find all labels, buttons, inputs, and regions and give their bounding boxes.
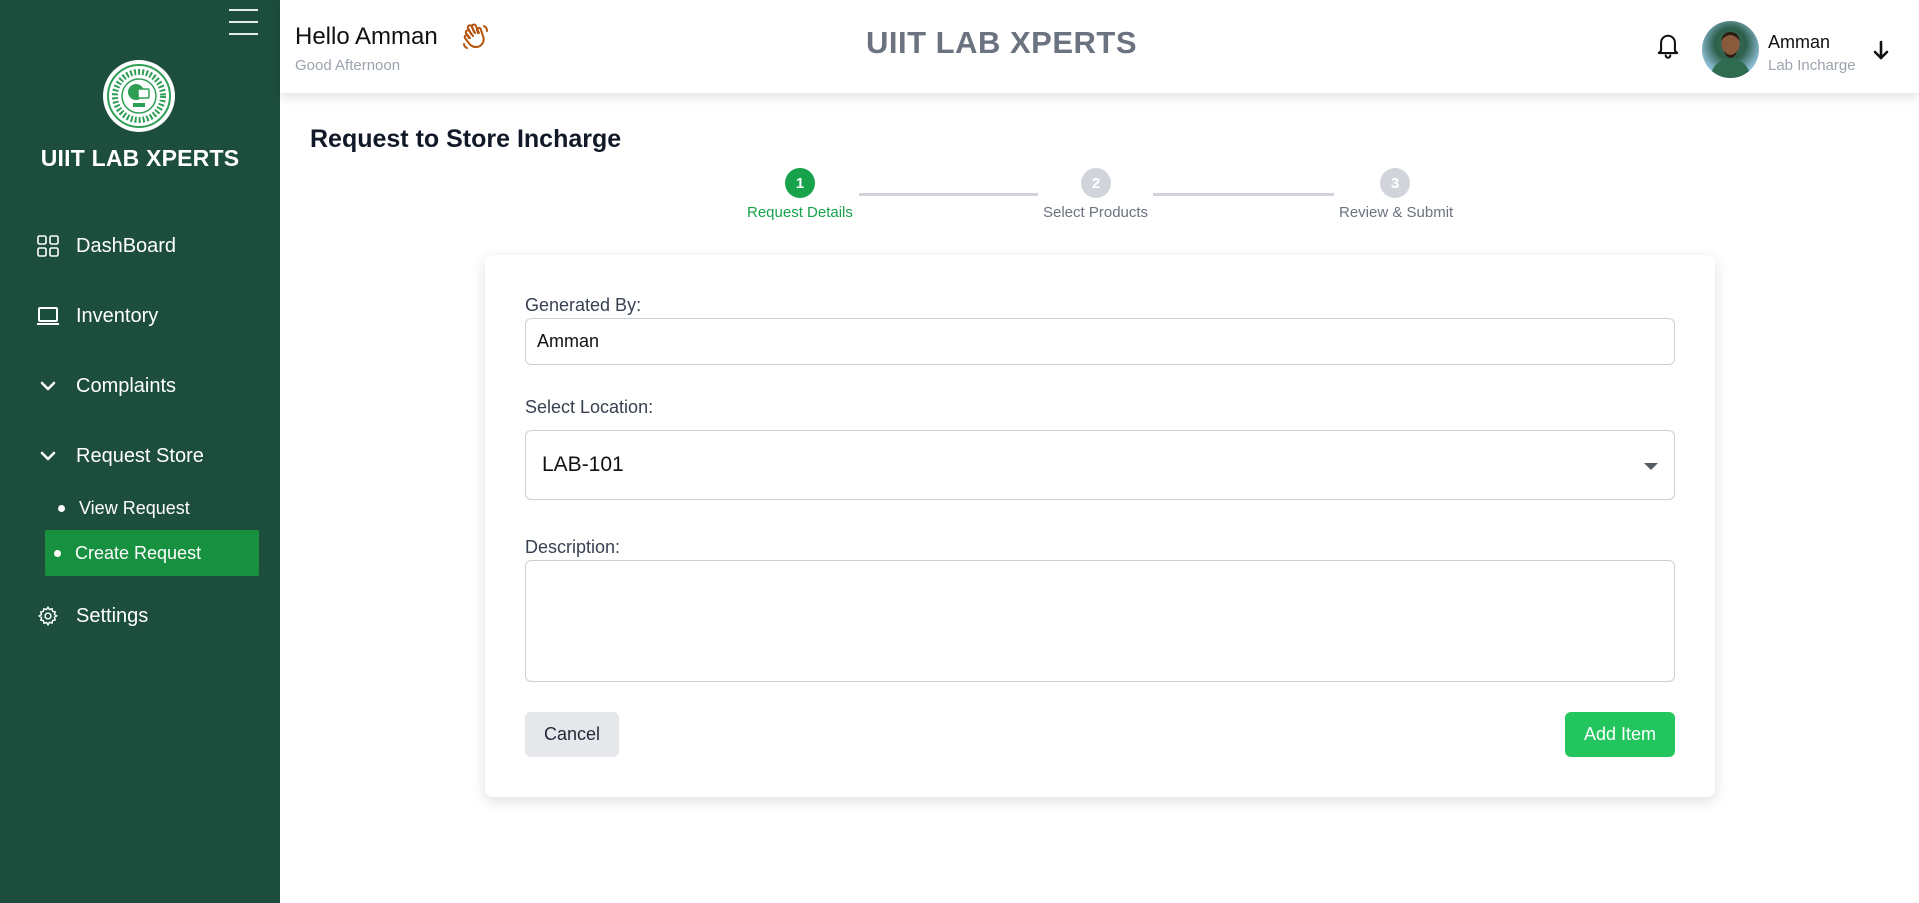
app-title: UIIT LAB XPERTS	[866, 25, 1138, 60]
sidebar-item-label: Request Store	[76, 444, 204, 467]
location-select[interactable]: LAB-101	[525, 430, 1675, 500]
gear-icon	[36, 604, 60, 628]
sidebar-brand: UIIT LAB XPERTS	[40, 145, 240, 171]
bell-icon[interactable]	[1654, 30, 1684, 62]
sidebar-item-settings[interactable]: Settings	[36, 600, 148, 632]
caret-down-icon	[1644, 463, 1658, 470]
sidebar-item-complaints[interactable]: Complaints	[36, 370, 176, 402]
arrow-down-icon[interactable]	[1870, 38, 1892, 62]
sidebar-subitem-label: Create Request	[75, 542, 202, 563]
step-1-indicator[interactable]: 1	[785, 168, 815, 198]
description-field[interactable]	[525, 560, 1675, 682]
user-name: Amman	[1768, 32, 1831, 52]
description-label: Description:	[525, 537, 621, 557]
location-selected-value: LAB-101	[542, 453, 624, 476]
add-item-button[interactable]: Add Item	[1565, 712, 1675, 757]
step-2-label: Select Products	[1043, 204, 1149, 221]
location-label: Select Location:	[525, 397, 654, 417]
chevron-down-icon	[36, 374, 60, 398]
sidebar-subitem-create-request[interactable]: Create Request	[45, 530, 259, 576]
waving-hand-icon	[460, 22, 490, 52]
bullet-icon	[54, 549, 61, 557]
sidebar-item-inventory[interactable]: Inventory	[36, 300, 158, 332]
top-header: Hello Amman Good Afternoon UIIT LAB XPER…	[280, 0, 1919, 93]
sidebar-item-label: Complaints	[76, 374, 177, 397]
sidebar-subitem-label: View Request	[79, 497, 190, 518]
avatar[interactable]	[1702, 21, 1759, 78]
greeting-subtext: Good Afternoon	[295, 57, 401, 74]
user-role: Lab Incharge	[1768, 57, 1856, 74]
step-2-indicator[interactable]: 2	[1081, 168, 1111, 198]
sidebar-item-dashboard[interactable]: DashBoard	[36, 230, 176, 262]
sidebar-item-label: DashBoard	[76, 234, 177, 257]
laptop-icon	[36, 304, 60, 328]
sidebar-item-request-store[interactable]: Request Store	[36, 440, 204, 472]
sidebar-item-label: Settings	[76, 604, 149, 627]
step-connector	[1153, 193, 1334, 196]
step-connector	[859, 193, 1038, 196]
bullet-icon	[58, 504, 65, 512]
sidebar-subitem-view-request[interactable]: View Request	[58, 486, 190, 530]
cancel-button[interactable]: Cancel	[525, 712, 619, 757]
sidebar-item-label: Inventory	[76, 304, 159, 327]
greeting-text: Hello Amman	[295, 23, 438, 50]
generated-by-label: Generated By:	[525, 295, 642, 315]
step-1-label: Request Details	[747, 204, 853, 221]
step-3-indicator[interactable]: 3	[1380, 168, 1410, 198]
page-title: Request to Store Incharge	[310, 125, 622, 153]
generated-by-field[interactable]: Amman	[525, 318, 1675, 365]
hamburger-menu-icon[interactable]	[229, 6, 259, 36]
sidebar: UIIT LAB XPERTS DashBoard Inventory Comp…	[0, 0, 280, 903]
university-logo	[103, 60, 175, 132]
grid-icon	[36, 234, 60, 258]
step-3-label: Review & Submit	[1339, 204, 1454, 221]
chevron-down-icon	[36, 444, 60, 468]
